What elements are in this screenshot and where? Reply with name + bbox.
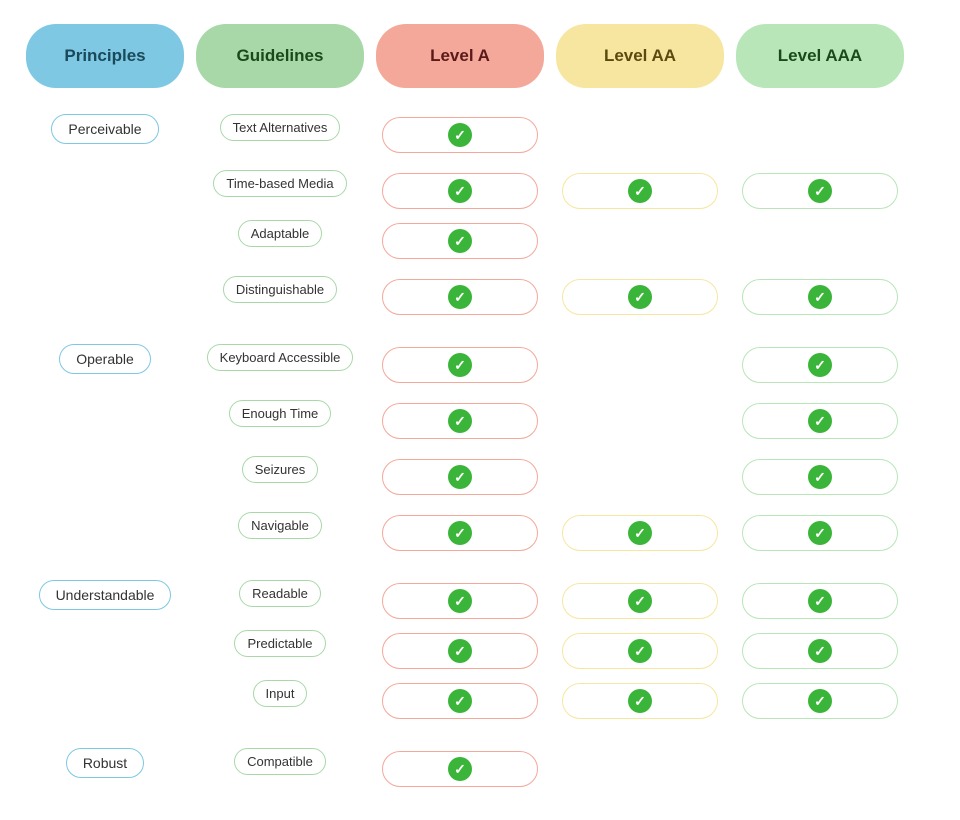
check-icon: ✓ xyxy=(448,521,472,545)
principle-perceivable: Perceivable xyxy=(51,114,158,144)
principle-understandable: Understandable xyxy=(39,580,172,610)
guideline-predictable: Predictable xyxy=(234,630,325,657)
check-icon: ✓ xyxy=(808,521,832,545)
check-icon: ✓ xyxy=(628,285,652,309)
guideline-adaptable: Adaptable xyxy=(238,220,323,247)
check-icon: ✓ xyxy=(808,353,832,377)
header-level-aaa: Level AAA xyxy=(736,24,904,88)
check-icon: ✓ xyxy=(808,639,832,663)
check-icon: ✓ xyxy=(448,285,472,309)
check-icon: ✓ xyxy=(448,229,472,253)
check-icon: ✓ xyxy=(448,639,472,663)
guideline-compatible: Compatible xyxy=(234,748,326,775)
check-icon: ✓ xyxy=(448,589,472,613)
check-icon: ✓ xyxy=(808,689,832,713)
check-icon: ✓ xyxy=(628,689,652,713)
guideline-keyboard-accessible: Keyboard Accessible xyxy=(207,344,354,371)
principle-robust: Robust xyxy=(66,748,144,778)
guideline-seizures: Seizures xyxy=(242,456,319,483)
check-icon: ✓ xyxy=(448,353,472,377)
check-icon: ✓ xyxy=(808,465,832,489)
table-grid: Principles Guidelines Level A Level AA L… xyxy=(20,20,940,800)
guideline-input: Input xyxy=(253,680,308,707)
guideline-text-alternatives: Text Alternatives xyxy=(220,114,341,141)
check-icon: ✓ xyxy=(448,757,472,781)
check-icon: ✓ xyxy=(628,179,652,203)
header-level-a: Level A xyxy=(376,24,544,88)
check-icon: ✓ xyxy=(628,521,652,545)
section-separator xyxy=(20,92,910,110)
check-icon: ✓ xyxy=(808,589,832,613)
check-icon: ✓ xyxy=(448,409,472,433)
check-icon: ✓ xyxy=(448,689,472,713)
check-icon: ✓ xyxy=(808,179,832,203)
principle-operable: Operable xyxy=(59,344,151,374)
header-principles: Principles xyxy=(26,24,184,88)
accessibility-table: Principles Guidelines Level A Level AA L… xyxy=(0,0,960,820)
check-icon: ✓ xyxy=(448,465,472,489)
check-icon: ✓ xyxy=(808,285,832,309)
guideline-distinguishable: Distinguishable xyxy=(223,276,337,303)
section-separator xyxy=(20,322,910,340)
check-icon: ✓ xyxy=(448,179,472,203)
guideline-navigable: Navigable xyxy=(238,512,322,539)
header-guidelines: Guidelines xyxy=(196,24,364,88)
check-icon: ✓ xyxy=(808,409,832,433)
section-separator xyxy=(20,558,910,576)
check-icon: ✓ xyxy=(448,123,472,147)
guideline-enough-time: Enough Time xyxy=(229,400,332,427)
check-icon: ✓ xyxy=(628,589,652,613)
check-icon: ✓ xyxy=(628,639,652,663)
section-separator xyxy=(20,726,910,744)
header-level-aa: Level AA xyxy=(556,24,724,88)
guideline-time-based-media: Time-based Media xyxy=(213,170,346,197)
guideline-readable: Readable xyxy=(239,580,321,607)
